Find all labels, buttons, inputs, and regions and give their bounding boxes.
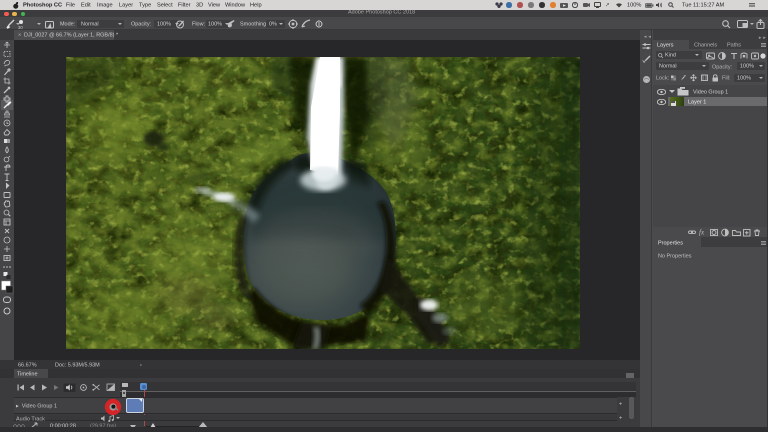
- svg-text:fx: fx: [699, 229, 705, 237]
